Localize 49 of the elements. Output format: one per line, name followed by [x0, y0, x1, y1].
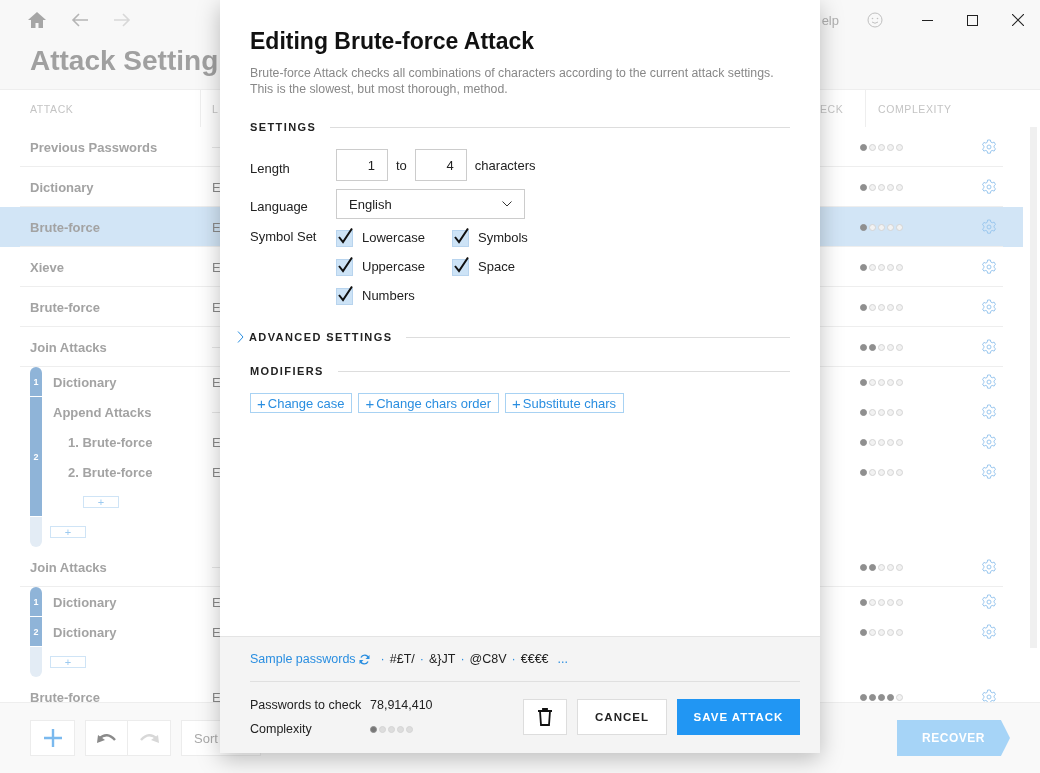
language-text: E	[212, 259, 221, 275]
sample-password: €€€€	[520, 652, 549, 666]
attack-name: Brute-force	[30, 689, 101, 702]
language-text: E	[212, 179, 221, 195]
range-separator: to	[396, 157, 407, 173]
dialog-description: Brute-force Attack checks all combinations of characters according to the current attack settings. This is the slowest, but most thorough, method.	[250, 65, 775, 97]
attack-name: Dictionary	[30, 179, 94, 195]
section-heading: SETTINGS	[250, 121, 317, 133]
attack-name: Dictionary	[53, 624, 117, 640]
attack-name: 2. Brute-force	[68, 464, 153, 480]
language-text: E	[212, 464, 221, 480]
field-label: Language	[250, 199, 308, 214]
language-text: E	[212, 374, 221, 390]
page-title: Attack Setting	[30, 45, 219, 77]
language-text: E	[212, 594, 221, 610]
section-heading: MODIFIERS	[250, 365, 324, 377]
language-text: E	[212, 299, 221, 315]
index-badge: 2	[30, 397, 42, 517]
separator-dot: ·	[511, 652, 516, 666]
language-text: E	[212, 434, 221, 450]
attack-name: Xieve	[30, 259, 64, 275]
language-text: E	[212, 219, 221, 235]
attack-name: Join Attacks	[30, 339, 107, 355]
separator-dot: ·	[460, 652, 465, 666]
field-label: Length	[250, 161, 290, 176]
attack-name: Brute-force	[30, 219, 101, 235]
attack-name: Dictionary	[53, 374, 117, 390]
attack-name: Previous Passwords	[30, 139, 158, 155]
separator-dot: ·	[380, 652, 385, 666]
stat-label: Complexity	[250, 722, 313, 736]
sample-password: #£T/	[389, 652, 415, 666]
attack-name: Dictionary	[53, 594, 117, 610]
stat-value: 78,914,410	[370, 698, 433, 712]
language-text: E	[212, 624, 221, 640]
separator-dot: ·	[419, 652, 424, 666]
sample-password: &}JT	[428, 652, 456, 666]
index-badge: 1	[30, 587, 42, 617]
attack-name: Join Attacks	[30, 559, 107, 575]
attack-name: 1. Brute-force	[68, 434, 153, 450]
attack-name: Append Attacks	[53, 404, 152, 420]
index-badge: 2	[30, 617, 42, 647]
index-badge: 1	[30, 367, 42, 397]
field-label: Symbol Set	[250, 229, 317, 244]
language-text: E	[212, 689, 221, 702]
dialog-title: Editing Brute-force Attack	[250, 28, 536, 55]
unit-label: characters	[474, 157, 536, 173]
sample-password: @C8V	[469, 652, 507, 666]
attack-name: Brute-force	[30, 299, 101, 315]
stat-label: Passwords to check	[250, 698, 363, 712]
